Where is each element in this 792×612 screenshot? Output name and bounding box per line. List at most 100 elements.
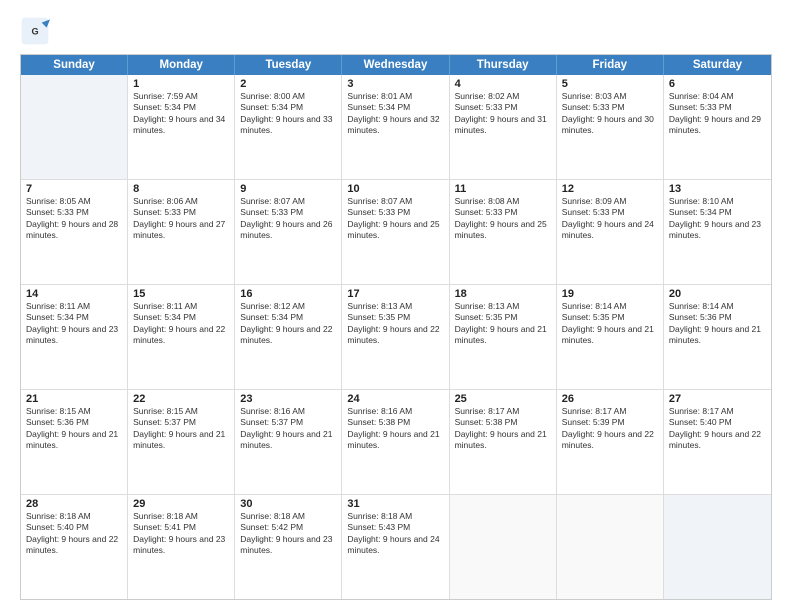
day-number: 27 <box>669 393 766 405</box>
calendar-cell-r2c6: 20Sunrise: 8:14 AMSunset: 5:36 PMDayligh… <box>664 285 771 389</box>
daylight-text: Daylight: 9 hours and 21 minutes. <box>455 324 551 347</box>
day-number: 7 <box>26 183 122 195</box>
daylight-text: Daylight: 9 hours and 21 minutes. <box>455 429 551 452</box>
day-number: 31 <box>347 498 443 510</box>
calendar-cell-r1c1: 8Sunrise: 8:06 AMSunset: 5:33 PMDaylight… <box>128 180 235 284</box>
sunrise-text: Sunrise: 8:03 AM <box>562 91 658 102</box>
sunset-text: Sunset: 5:35 PM <box>562 312 658 323</box>
calendar-cell-r4c0: 28Sunrise: 8:18 AMSunset: 5:40 PMDayligh… <box>21 495 128 599</box>
calendar-cell-r0c2: 2Sunrise: 8:00 AMSunset: 5:34 PMDaylight… <box>235 75 342 179</box>
daylight-text: Daylight: 9 hours and 23 minutes. <box>669 219 766 242</box>
sunrise-text: Sunrise: 8:17 AM <box>562 406 658 417</box>
header: G <box>20 16 772 46</box>
calendar-cell-r3c0: 21Sunrise: 8:15 AMSunset: 5:36 PMDayligh… <box>21 390 128 494</box>
calendar-cell-r4c4 <box>450 495 557 599</box>
day-number: 16 <box>240 288 336 300</box>
sunset-text: Sunset: 5:33 PM <box>133 207 229 218</box>
calendar-cell-r3c5: 26Sunrise: 8:17 AMSunset: 5:39 PMDayligh… <box>557 390 664 494</box>
calendar-row-1: 7Sunrise: 8:05 AMSunset: 5:33 PMDaylight… <box>21 180 771 285</box>
daylight-text: Daylight: 9 hours and 21 minutes. <box>133 429 229 452</box>
calendar-row-4: 28Sunrise: 8:18 AMSunset: 5:40 PMDayligh… <box>21 495 771 599</box>
calendar-row-3: 21Sunrise: 8:15 AMSunset: 5:36 PMDayligh… <box>21 390 771 495</box>
calendar-cell-r4c5 <box>557 495 664 599</box>
calendar-cell-r4c2: 30Sunrise: 8:18 AMSunset: 5:42 PMDayligh… <box>235 495 342 599</box>
sunset-text: Sunset: 5:34 PM <box>669 207 766 218</box>
calendar-cell-r3c3: 24Sunrise: 8:16 AMSunset: 5:38 PMDayligh… <box>342 390 449 494</box>
sunset-text: Sunset: 5:37 PM <box>240 417 336 428</box>
sunrise-text: Sunrise: 8:08 AM <box>455 196 551 207</box>
sunrise-text: Sunrise: 8:18 AM <box>133 511 229 522</box>
day-number: 14 <box>26 288 122 300</box>
daylight-text: Daylight: 9 hours and 22 minutes. <box>562 429 658 452</box>
calendar-cell-r1c4: 11Sunrise: 8:08 AMSunset: 5:33 PMDayligh… <box>450 180 557 284</box>
daylight-text: Daylight: 9 hours and 22 minutes. <box>240 324 336 347</box>
sunset-text: Sunset: 5:33 PM <box>455 102 551 113</box>
sunrise-text: Sunrise: 8:11 AM <box>26 301 122 312</box>
sunrise-text: Sunrise: 8:16 AM <box>240 406 336 417</box>
sunrise-text: Sunrise: 7:59 AM <box>133 91 229 102</box>
daylight-text: Daylight: 9 hours and 21 minutes. <box>562 324 658 347</box>
sunset-text: Sunset: 5:33 PM <box>562 102 658 113</box>
daylight-text: Daylight: 9 hours and 22 minutes. <box>347 324 443 347</box>
daylight-text: Daylight: 9 hours and 28 minutes. <box>26 219 122 242</box>
day-number: 17 <box>347 288 443 300</box>
daylight-text: Daylight: 9 hours and 34 minutes. <box>133 114 229 137</box>
daylight-text: Daylight: 9 hours and 23 minutes. <box>26 324 122 347</box>
calendar-header: SundayMondayTuesdayWednesdayThursdayFrid… <box>21 55 771 75</box>
sunrise-text: Sunrise: 8:13 AM <box>347 301 443 312</box>
daylight-text: Daylight: 9 hours and 21 minutes. <box>669 324 766 347</box>
sunset-text: Sunset: 5:33 PM <box>455 207 551 218</box>
sunset-text: Sunset: 5:34 PM <box>26 312 122 323</box>
sunrise-text: Sunrise: 8:00 AM <box>240 91 336 102</box>
calendar-cell-r3c4: 25Sunrise: 8:17 AMSunset: 5:38 PMDayligh… <box>450 390 557 494</box>
daylight-text: Daylight: 9 hours and 25 minutes. <box>347 219 443 242</box>
daylight-text: Daylight: 9 hours and 30 minutes. <box>562 114 658 137</box>
sunrise-text: Sunrise: 8:17 AM <box>455 406 551 417</box>
day-number: 8 <box>133 183 229 195</box>
sunset-text: Sunset: 5:36 PM <box>669 312 766 323</box>
header-day-friday: Friday <box>557 55 664 75</box>
calendar-cell-r2c4: 18Sunrise: 8:13 AMSunset: 5:35 PMDayligh… <box>450 285 557 389</box>
sunrise-text: Sunrise: 8:16 AM <box>347 406 443 417</box>
daylight-text: Daylight: 9 hours and 33 minutes. <box>240 114 336 137</box>
calendar-cell-r0c6: 6Sunrise: 8:04 AMSunset: 5:33 PMDaylight… <box>664 75 771 179</box>
header-day-saturday: Saturday <box>664 55 771 75</box>
daylight-text: Daylight: 9 hours and 24 minutes. <box>562 219 658 242</box>
day-number: 22 <box>133 393 229 405</box>
logo-icon: G <box>20 16 50 46</box>
sunset-text: Sunset: 5:36 PM <box>26 417 122 428</box>
day-number: 24 <box>347 393 443 405</box>
header-day-wednesday: Wednesday <box>342 55 449 75</box>
sunrise-text: Sunrise: 8:09 AM <box>562 196 658 207</box>
calendar-body: 1Sunrise: 7:59 AMSunset: 5:34 PMDaylight… <box>21 75 771 599</box>
calendar-cell-r1c3: 10Sunrise: 8:07 AMSunset: 5:33 PMDayligh… <box>342 180 449 284</box>
daylight-text: Daylight: 9 hours and 31 minutes. <box>455 114 551 137</box>
calendar-cell-r4c3: 31Sunrise: 8:18 AMSunset: 5:43 PMDayligh… <box>342 495 449 599</box>
calendar-cell-r4c6 <box>664 495 771 599</box>
sunset-text: Sunset: 5:33 PM <box>562 207 658 218</box>
header-day-sunday: Sunday <box>21 55 128 75</box>
calendar-cell-r0c0 <box>21 75 128 179</box>
sunset-text: Sunset: 5:40 PM <box>26 522 122 533</box>
header-day-monday: Monday <box>128 55 235 75</box>
calendar-cell-r0c3: 3Sunrise: 8:01 AMSunset: 5:34 PMDaylight… <box>342 75 449 179</box>
daylight-text: Daylight: 9 hours and 21 minutes. <box>240 429 336 452</box>
header-day-thursday: Thursday <box>450 55 557 75</box>
sunset-text: Sunset: 5:42 PM <box>240 522 336 533</box>
daylight-text: Daylight: 9 hours and 32 minutes. <box>347 114 443 137</box>
daylight-text: Daylight: 9 hours and 29 minutes. <box>669 114 766 137</box>
sunrise-text: Sunrise: 8:18 AM <box>26 511 122 522</box>
daylight-text: Daylight: 9 hours and 27 minutes. <box>133 219 229 242</box>
day-number: 5 <box>562 78 658 90</box>
sunrise-text: Sunrise: 8:02 AM <box>455 91 551 102</box>
calendar-cell-r2c3: 17Sunrise: 8:13 AMSunset: 5:35 PMDayligh… <box>342 285 449 389</box>
calendar-cell-r2c1: 15Sunrise: 8:11 AMSunset: 5:34 PMDayligh… <box>128 285 235 389</box>
daylight-text: Daylight: 9 hours and 22 minutes. <box>669 429 766 452</box>
calendar-cell-r3c1: 22Sunrise: 8:15 AMSunset: 5:37 PMDayligh… <box>128 390 235 494</box>
sunset-text: Sunset: 5:34 PM <box>240 102 336 113</box>
calendar-cell-r4c1: 29Sunrise: 8:18 AMSunset: 5:41 PMDayligh… <box>128 495 235 599</box>
sunset-text: Sunset: 5:43 PM <box>347 522 443 533</box>
sunset-text: Sunset: 5:34 PM <box>240 312 336 323</box>
header-day-tuesday: Tuesday <box>235 55 342 75</box>
day-number: 25 <box>455 393 551 405</box>
